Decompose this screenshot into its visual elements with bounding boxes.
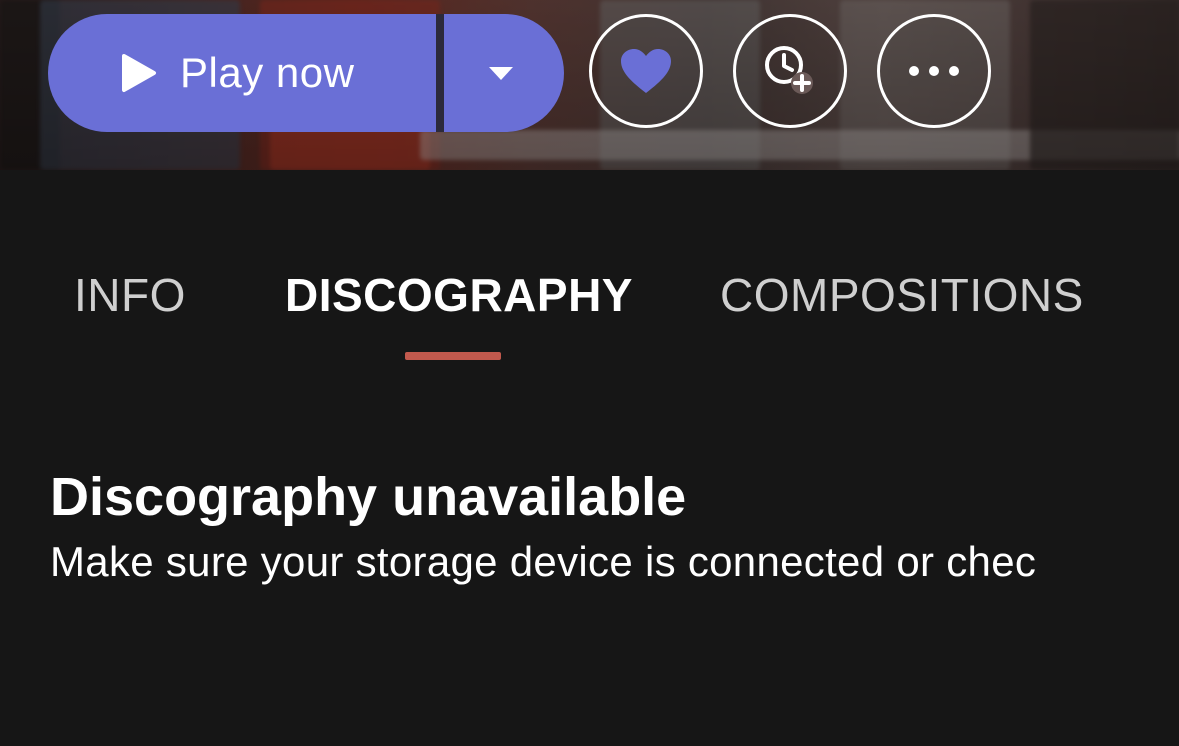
tab-bar: INFO DISCOGRAPHY COMPOSITIONS [0,262,1179,372]
artist-page: Play now INFO DISCOGRAPHY COMPOSITIONS D… [0,0,1179,746]
tab-compositions[interactable]: COMPOSITIONS [720,268,1084,322]
play-now-button[interactable]: Play now [48,14,436,132]
empty-state-message: Make sure your storage device is connect… [50,538,1037,585]
empty-state-title: Discography unavailable [50,467,687,527]
active-tab-indicator [405,352,501,360]
more-options-button[interactable] [877,14,991,128]
favorite-button[interactable] [589,14,703,128]
heart-icon [621,49,671,93]
play-later-button[interactable] [733,14,847,128]
play-now-label: Play now [180,49,355,96]
play-options-dropdown-button[interactable] [444,14,564,132]
split-divider [436,14,444,132]
tab-discography[interactable]: DISCOGRAPHY [285,268,633,322]
play-split-button: Play now [48,14,564,132]
more-dots-icon [909,66,959,76]
chevron-down-icon [489,66,513,80]
tab-info[interactable]: INFO [74,268,186,322]
empty-state-message-container: Make sure your storage device is connect… [50,538,1132,594]
clock-add-icon [765,46,813,94]
play-icon [122,54,156,92]
